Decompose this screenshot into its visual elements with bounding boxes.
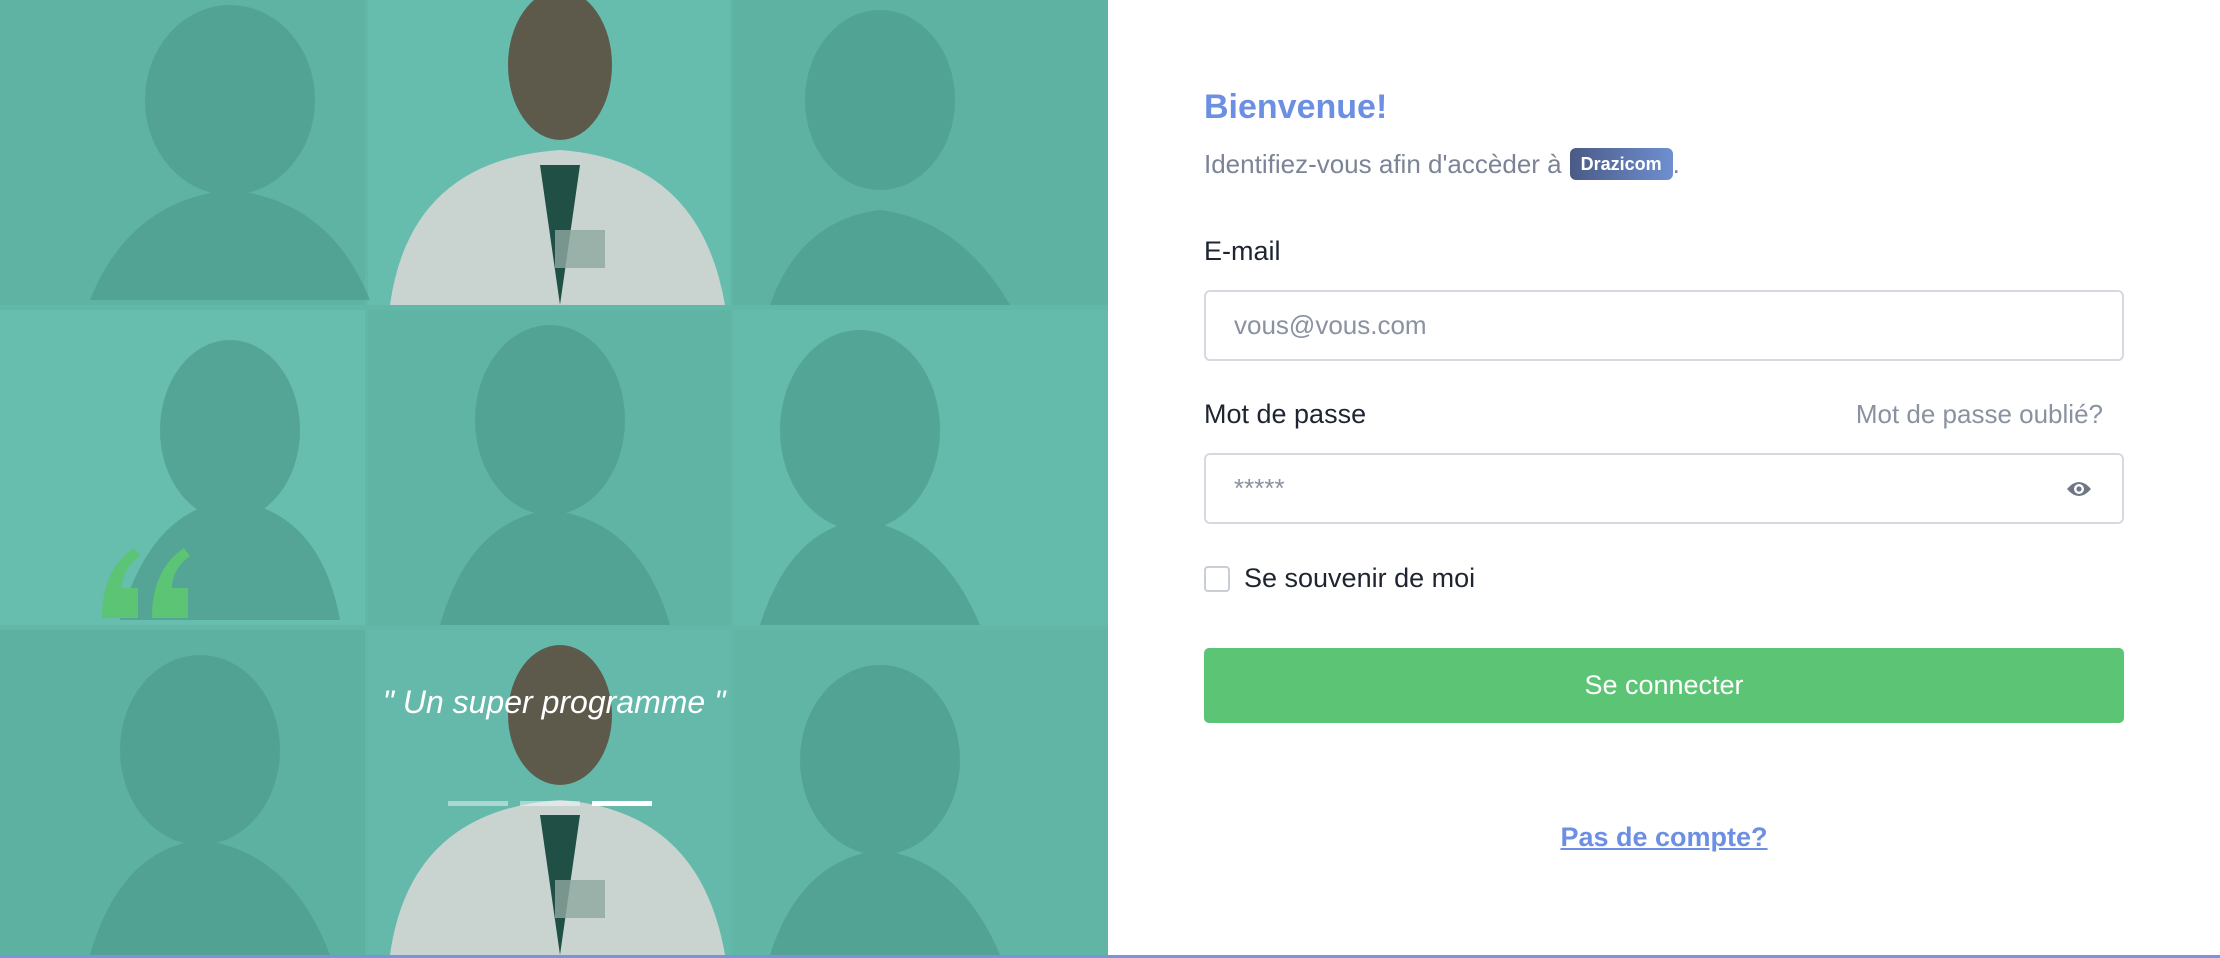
carousel-dot-2[interactable] xyxy=(520,801,580,806)
password-field-box xyxy=(1204,453,2124,524)
email-label: E-mail xyxy=(1204,236,1281,266)
email-field-box xyxy=(1204,290,2124,361)
login-subtitle: Identifiez-vous afin d'accèder à Drazico… xyxy=(1204,148,1680,180)
password-input[interactable] xyxy=(1206,455,2122,522)
brand-badge: Drazicom xyxy=(1569,148,1673,180)
testimonial-quote: " Un super programme " xyxy=(382,684,726,720)
quote-icon xyxy=(102,548,190,618)
carousel-dot-1[interactable] xyxy=(448,801,508,806)
subtitle-period: . xyxy=(1672,148,1680,179)
eye-icon[interactable] xyxy=(2066,479,2092,499)
remember-me[interactable]: Se souvenir de moi xyxy=(1204,563,1475,594)
signup-link[interactable]: Pas de compte? xyxy=(1560,822,1767,852)
login-button[interactable]: Se connecter xyxy=(1204,648,2124,723)
remember-me-label: Se souvenir de moi xyxy=(1244,563,1476,593)
welcome-title: Bienvenue! xyxy=(1204,88,1388,126)
login-panel: Bienvenue! Identifiez-vous afin d'accède… xyxy=(1108,0,2220,955)
email-input[interactable] xyxy=(1206,292,2122,359)
forgot-password-link[interactable]: Mot de passe oublié? xyxy=(1856,399,2103,430)
carousel-dot-3[interactable] xyxy=(592,801,652,806)
hero-panel: " Un super programme " xyxy=(0,0,1108,955)
signup-container: Pas de compte? xyxy=(1204,822,2124,853)
password-label: Mot de passe xyxy=(1204,399,1367,429)
remember-me-checkbox[interactable] xyxy=(1204,565,1230,592)
subtitle-text: Identifiez-vous afin d'accèder à xyxy=(1204,148,1562,179)
hero-background-image xyxy=(0,0,1108,955)
